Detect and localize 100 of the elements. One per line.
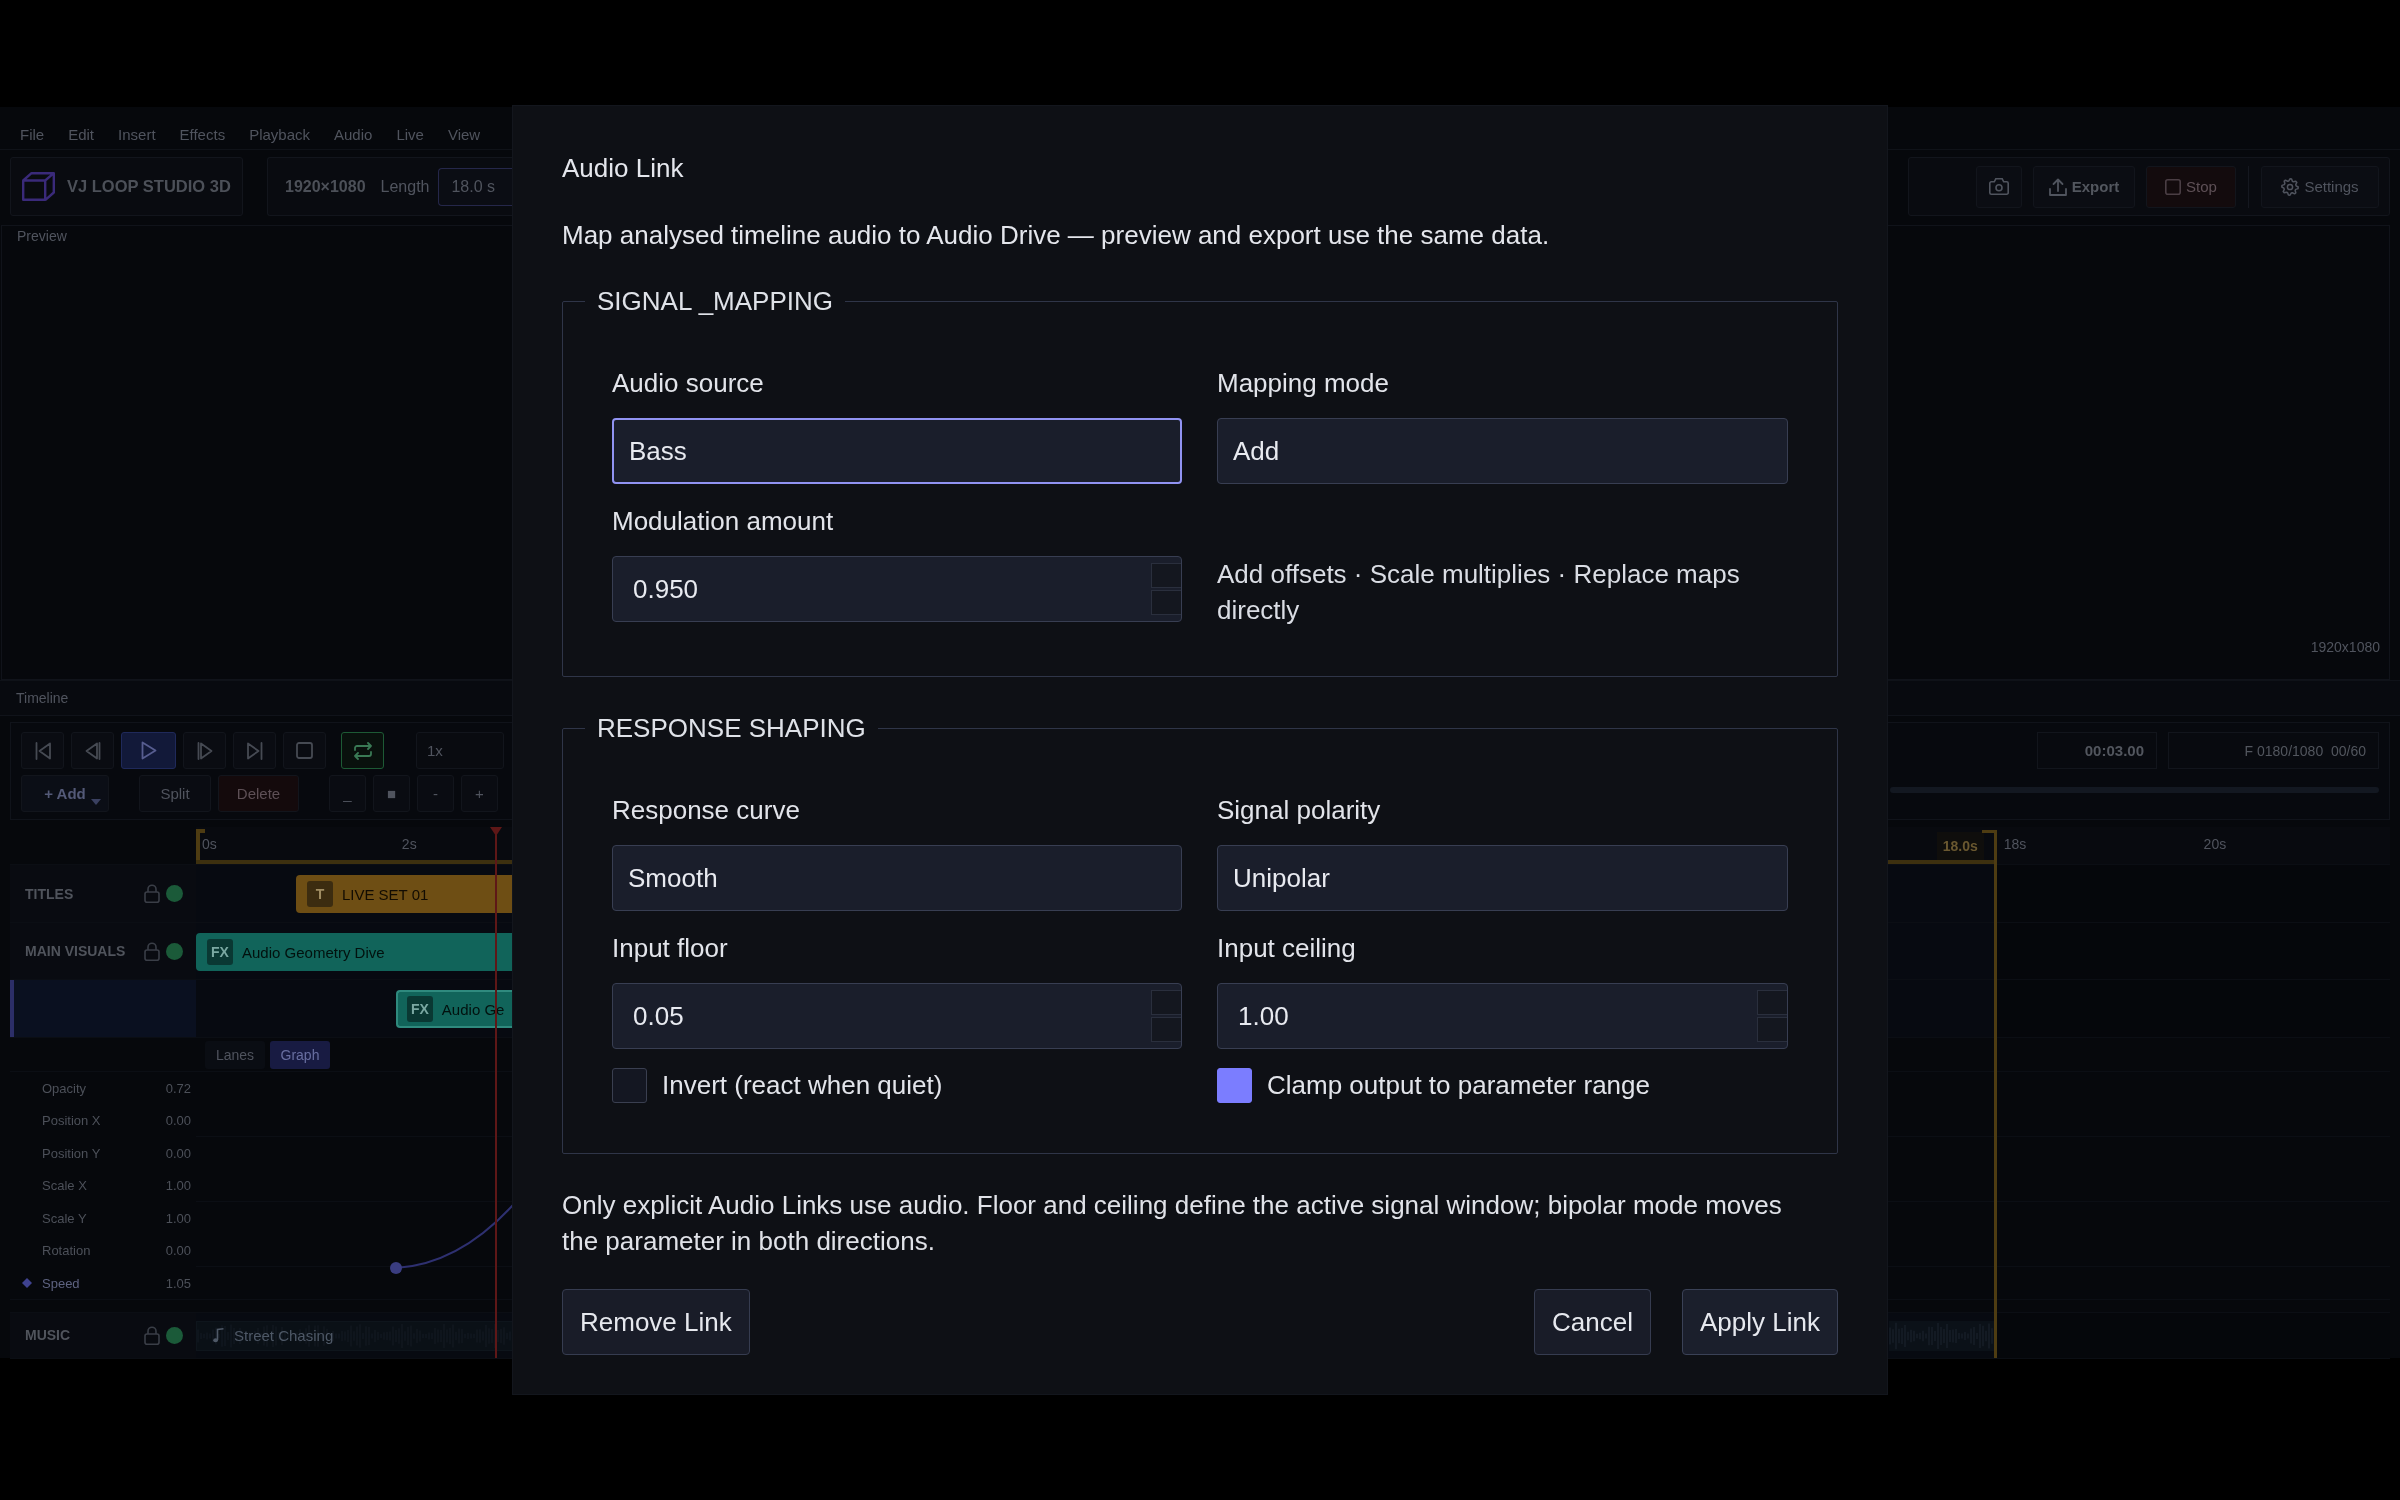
dialog-title: Audio Link: [562, 152, 685, 185]
skip-back-icon: [34, 741, 51, 760]
lock-icon[interactable]: [144, 941, 160, 961]
transport-button[interactable]: [283, 732, 326, 769]
apply-button[interactable]: Apply Link: [1682, 1289, 1838, 1355]
field-label: Modulation amount: [612, 506, 834, 536]
menu-item[interactable]: Edit: [68, 125, 95, 143]
field-label: Mapping mode: [1217, 368, 1389, 398]
music-note-icon: [213, 1328, 224, 1343]
zoom-button[interactable]: -: [417, 775, 454, 812]
checkbox[interactable]: [1217, 1067, 1252, 1103]
menu-item[interactable]: Effects: [179, 125, 226, 143]
menu-item[interactable]: Live: [396, 125, 424, 143]
add-button[interactable]: + Add: [21, 775, 109, 812]
param-name[interactable]: Position Y: [42, 1145, 166, 1161]
track-header[interactable]: TITLES: [10, 865, 196, 922]
number-field[interactable]: 0.05: [612, 983, 1182, 1049]
remove-button[interactable]: Remove Link: [562, 1289, 750, 1355]
select-field[interactable]: Smooth: [612, 845, 1182, 911]
loop-end-label: 18.0s: [1936, 832, 1984, 860]
frame-counter: F 0180/1080 00/60: [2168, 732, 2379, 769]
panel-title: Timeline: [16, 689, 69, 708]
param-value: 0.00: [165, 1113, 191, 1129]
ruler-tick-label: 20s: [2203, 836, 2227, 852]
view-tab[interactable]: Graph: [270, 1040, 330, 1069]
timeline-clip[interactable]: FX Audio Geometry Dive: [196, 933, 513, 971]
param-name[interactable]: Opacity: [42, 1080, 166, 1096]
select-field[interactable]: Unipolar: [1217, 845, 1788, 911]
settings-icon: [2281, 177, 2300, 196]
loop-end-marker[interactable]: [1984, 830, 1997, 1358]
clip-type-tag: T: [306, 881, 333, 907]
timeline-clip[interactable]: T LIVE SET 01: [295, 875, 513, 913]
checkbox-label: Clamp output to parameter range: [1267, 1069, 1650, 1102]
transport-button[interactable]: [183, 732, 226, 769]
clip-label: Street Chasing: [234, 1327, 334, 1344]
param-value: 0.72: [165, 1080, 191, 1096]
timecode-display: 00:03.00: [2037, 732, 2157, 769]
status-dot[interactable]: [166, 885, 183, 902]
transport-button[interactable]: [21, 732, 64, 769]
split-button[interactable]: Split: [139, 775, 211, 812]
menu-item[interactable]: Playback: [249, 125, 310, 143]
keyframe-icon: [22, 1278, 32, 1289]
transport-button[interactable]: [71, 732, 114, 769]
menu-item[interactable]: View: [447, 125, 481, 143]
zoom-button[interactable]: _: [329, 775, 366, 812]
field-label: Input ceiling: [1217, 933, 1356, 963]
upload-icon: [2048, 177, 2067, 196]
select-field[interactable]: Bass: [612, 418, 1182, 484]
group-title: RESPONSE SHAPING: [596, 712, 867, 745]
caret-icon: [91, 799, 101, 805]
camera-icon: [1989, 178, 2009, 195]
param-name[interactable]: Scale Y: [42, 1210, 166, 1226]
export-button[interactable]: Export: [2033, 165, 2135, 208]
param-value: 1.00: [165, 1178, 191, 1194]
param-name[interactable]: Speed: [42, 1275, 166, 1291]
ruler-tick-label: 0s: [202, 836, 217, 852]
number-field[interactable]: 0.950: [612, 556, 1182, 622]
menu-item[interactable]: File: [20, 125, 45, 143]
skip-forward-icon: [246, 741, 263, 760]
menu-item[interactable]: Insert: [118, 125, 156, 143]
field-label: Response curve: [612, 795, 800, 825]
transport-button[interactable]: [233, 732, 276, 769]
param-name[interactable]: Position X: [42, 1113, 166, 1129]
menu-item[interactable]: Audio: [334, 125, 373, 143]
audio-clip[interactable]: Street Chasing: [196, 1320, 513, 1351]
zoom-button[interactable]: ■: [373, 775, 410, 812]
track-header[interactable]: MAIN VISUALS: [10, 923, 196, 979]
lane-header[interactable]: [10, 980, 196, 1037]
param-value: 0.00: [165, 1145, 191, 1161]
track-header[interactable]: MUSIC: [10, 1312, 196, 1358]
transport-button[interactable]: [341, 732, 384, 769]
select-field[interactable]: Add: [1217, 418, 1788, 484]
settings-button[interactable]: Settings: [2261, 165, 2379, 208]
param-name[interactable]: Scale X: [42, 1178, 166, 1194]
transport-button[interactable]: [121, 732, 176, 769]
cancel-button[interactable]: Cancel: [1534, 1289, 1652, 1355]
view-tab[interactable]: Lanes: [205, 1040, 265, 1069]
speed-field[interactable]: 1x: [416, 732, 504, 769]
lock-icon[interactable]: [144, 884, 160, 903]
clip-type-tag: FX: [207, 939, 233, 965]
resolution-label: 1920x1080: [2310, 638, 2380, 657]
square-icon: [2165, 178, 2182, 195]
panel-title: Preview: [17, 227, 67, 246]
param-name[interactable]: Rotation: [42, 1243, 166, 1259]
stop-button[interactable]: Stop: [2146, 165, 2236, 208]
zoom-button[interactable]: +: [461, 775, 498, 812]
help-text: Only explicit Audio Links use audio. Floor and ceiling define the active signal window; bipolar mode moves the parameter in both directions.: [562, 1189, 1783, 1258]
number-field[interactable]: 1.00: [1217, 983, 1788, 1049]
step-forward-icon: [196, 741, 213, 760]
camera-button[interactable]: [1976, 165, 2022, 208]
status-dot[interactable]: [166, 942, 183, 960]
lock-icon[interactable]: [144, 1325, 160, 1345]
length-field[interactable]: 18.0 s: [438, 167, 513, 206]
field-label: Input floor: [612, 933, 728, 963]
resolution-label: 1920×1080: [285, 177, 366, 196]
delete-button[interactable]: Delete: [218, 775, 299, 812]
checkbox[interactable]: [612, 1067, 647, 1103]
stop-icon: [296, 742, 313, 759]
param-value: 0.00: [165, 1243, 191, 1259]
status-dot[interactable]: [166, 1326, 183, 1344]
